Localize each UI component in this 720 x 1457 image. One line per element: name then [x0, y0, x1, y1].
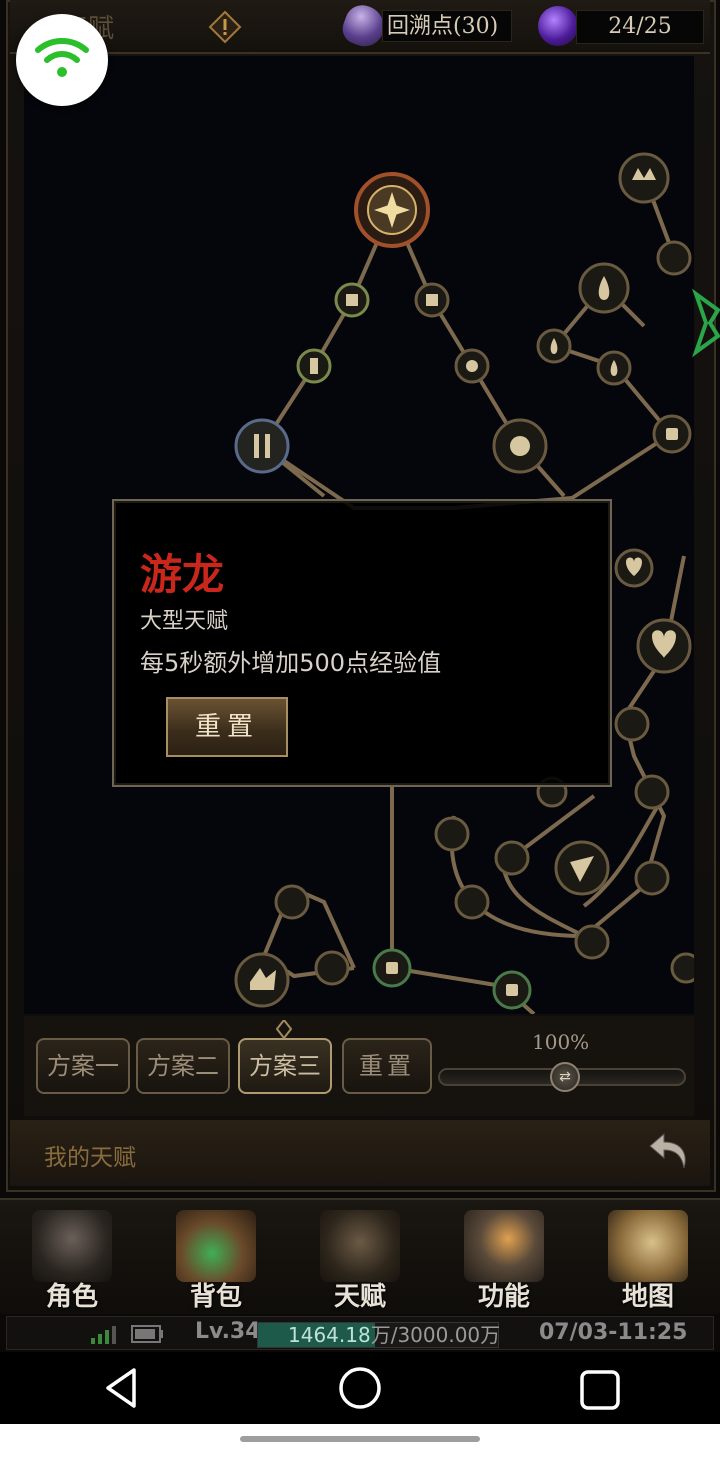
tab-plan-1[interactable]: 方案一 [36, 1038, 130, 1094]
talent-points: 24/25 [576, 10, 704, 44]
popup-reset-button[interactable]: 重置 [166, 697, 288, 757]
back-triangle-icon[interactable] [102, 1366, 140, 1410]
talent-description: 每5秒额外增加500点经验值 [140, 649, 442, 677]
warning-icon[interactable] [208, 10, 242, 44]
status-bar: Lv.34 1464.18万/3000.00万 07/03-11:25 [6, 1316, 714, 1350]
back-arrow-icon[interactable] [646, 1128, 692, 1174]
map-icon [608, 1210, 688, 1282]
zoom-slider-handle-icon[interactable]: ⇄ [550, 1062, 580, 1092]
nav-label-map: 地图 [621, 1282, 674, 1312]
nav-label-function: 功能 [477, 1282, 530, 1312]
home-indicator[interactable] [240, 1436, 480, 1442]
zoom-level: 100% [532, 1030, 590, 1054]
signal-icon [91, 1326, 116, 1344]
plan-controls: 方案一 方案二 方案三 重置 100% ⇄ [24, 1016, 694, 1116]
tab-plan-3[interactable]: 方案三 [238, 1038, 332, 1094]
reset-plan-button[interactable]: 重置 [342, 1038, 432, 1094]
exp-text: 1464.18万/3000.00万 [258, 1323, 501, 1347]
wifi-status-button[interactable] [16, 14, 108, 106]
game-screen: 天赋 回溯点(30) 24/25 [0, 0, 720, 1352]
my-talents-label: 我的天赋 [44, 1145, 136, 1171]
nav-label-talent: 天赋 [333, 1282, 386, 1312]
talent-type: 大型天赋 [140, 609, 229, 634]
character-icon [32, 1210, 112, 1282]
nav-item-character[interactable]: 角色 [0, 1200, 144, 1314]
battery-icon [131, 1325, 163, 1343]
recents-square-icon[interactable] [580, 1370, 620, 1410]
nav-item-map[interactable]: 地图 [576, 1200, 720, 1314]
exp-bar: 1464.18万/3000.00万 [257, 1322, 501, 1348]
talent-detail-popup: 游龙 大型天赋 每5秒额外增加500点经验值 重置 [112, 499, 612, 787]
nav-item-talent[interactable]: 天赋 [288, 1200, 432, 1314]
my-talents-bar: 我的天赋 [10, 1120, 710, 1186]
home-circle-icon[interactable] [338, 1366, 382, 1410]
datetime: 07/03-11:25 [539, 1320, 688, 1345]
nav-item-function[interactable]: 功能 [432, 1200, 576, 1314]
nav-item-bag[interactable]: 背包 [144, 1200, 288, 1314]
top-bar: 天赋 回溯点(30) 24/25 [10, 0, 710, 54]
tab-plan-2[interactable]: 方案二 [136, 1038, 230, 1094]
talent-icon [320, 1210, 400, 1282]
anvil-icon [464, 1210, 544, 1282]
bag-icon [176, 1210, 256, 1282]
player-level: Lv.34 [195, 1319, 261, 1344]
exp-current: 1464.18 [288, 1323, 371, 1347]
side-marker-icon [692, 288, 720, 358]
exp-total: 万/3000.00万 [370, 1323, 501, 1347]
active-tab-marker-icon [276, 1020, 292, 1038]
nav-label-character: 角色 [45, 1282, 98, 1312]
bottom-nav: 角色 背包 天赋 功能 地图 [0, 1198, 720, 1314]
wifi-icon [35, 38, 89, 77]
rewind-points: 回溯点(30) [382, 10, 512, 42]
orb-icon [538, 6, 578, 46]
android-nav-bar [0, 1352, 720, 1424]
talent-name: 游龙 [140, 550, 225, 599]
nav-label-bag: 背包 [189, 1282, 242, 1312]
